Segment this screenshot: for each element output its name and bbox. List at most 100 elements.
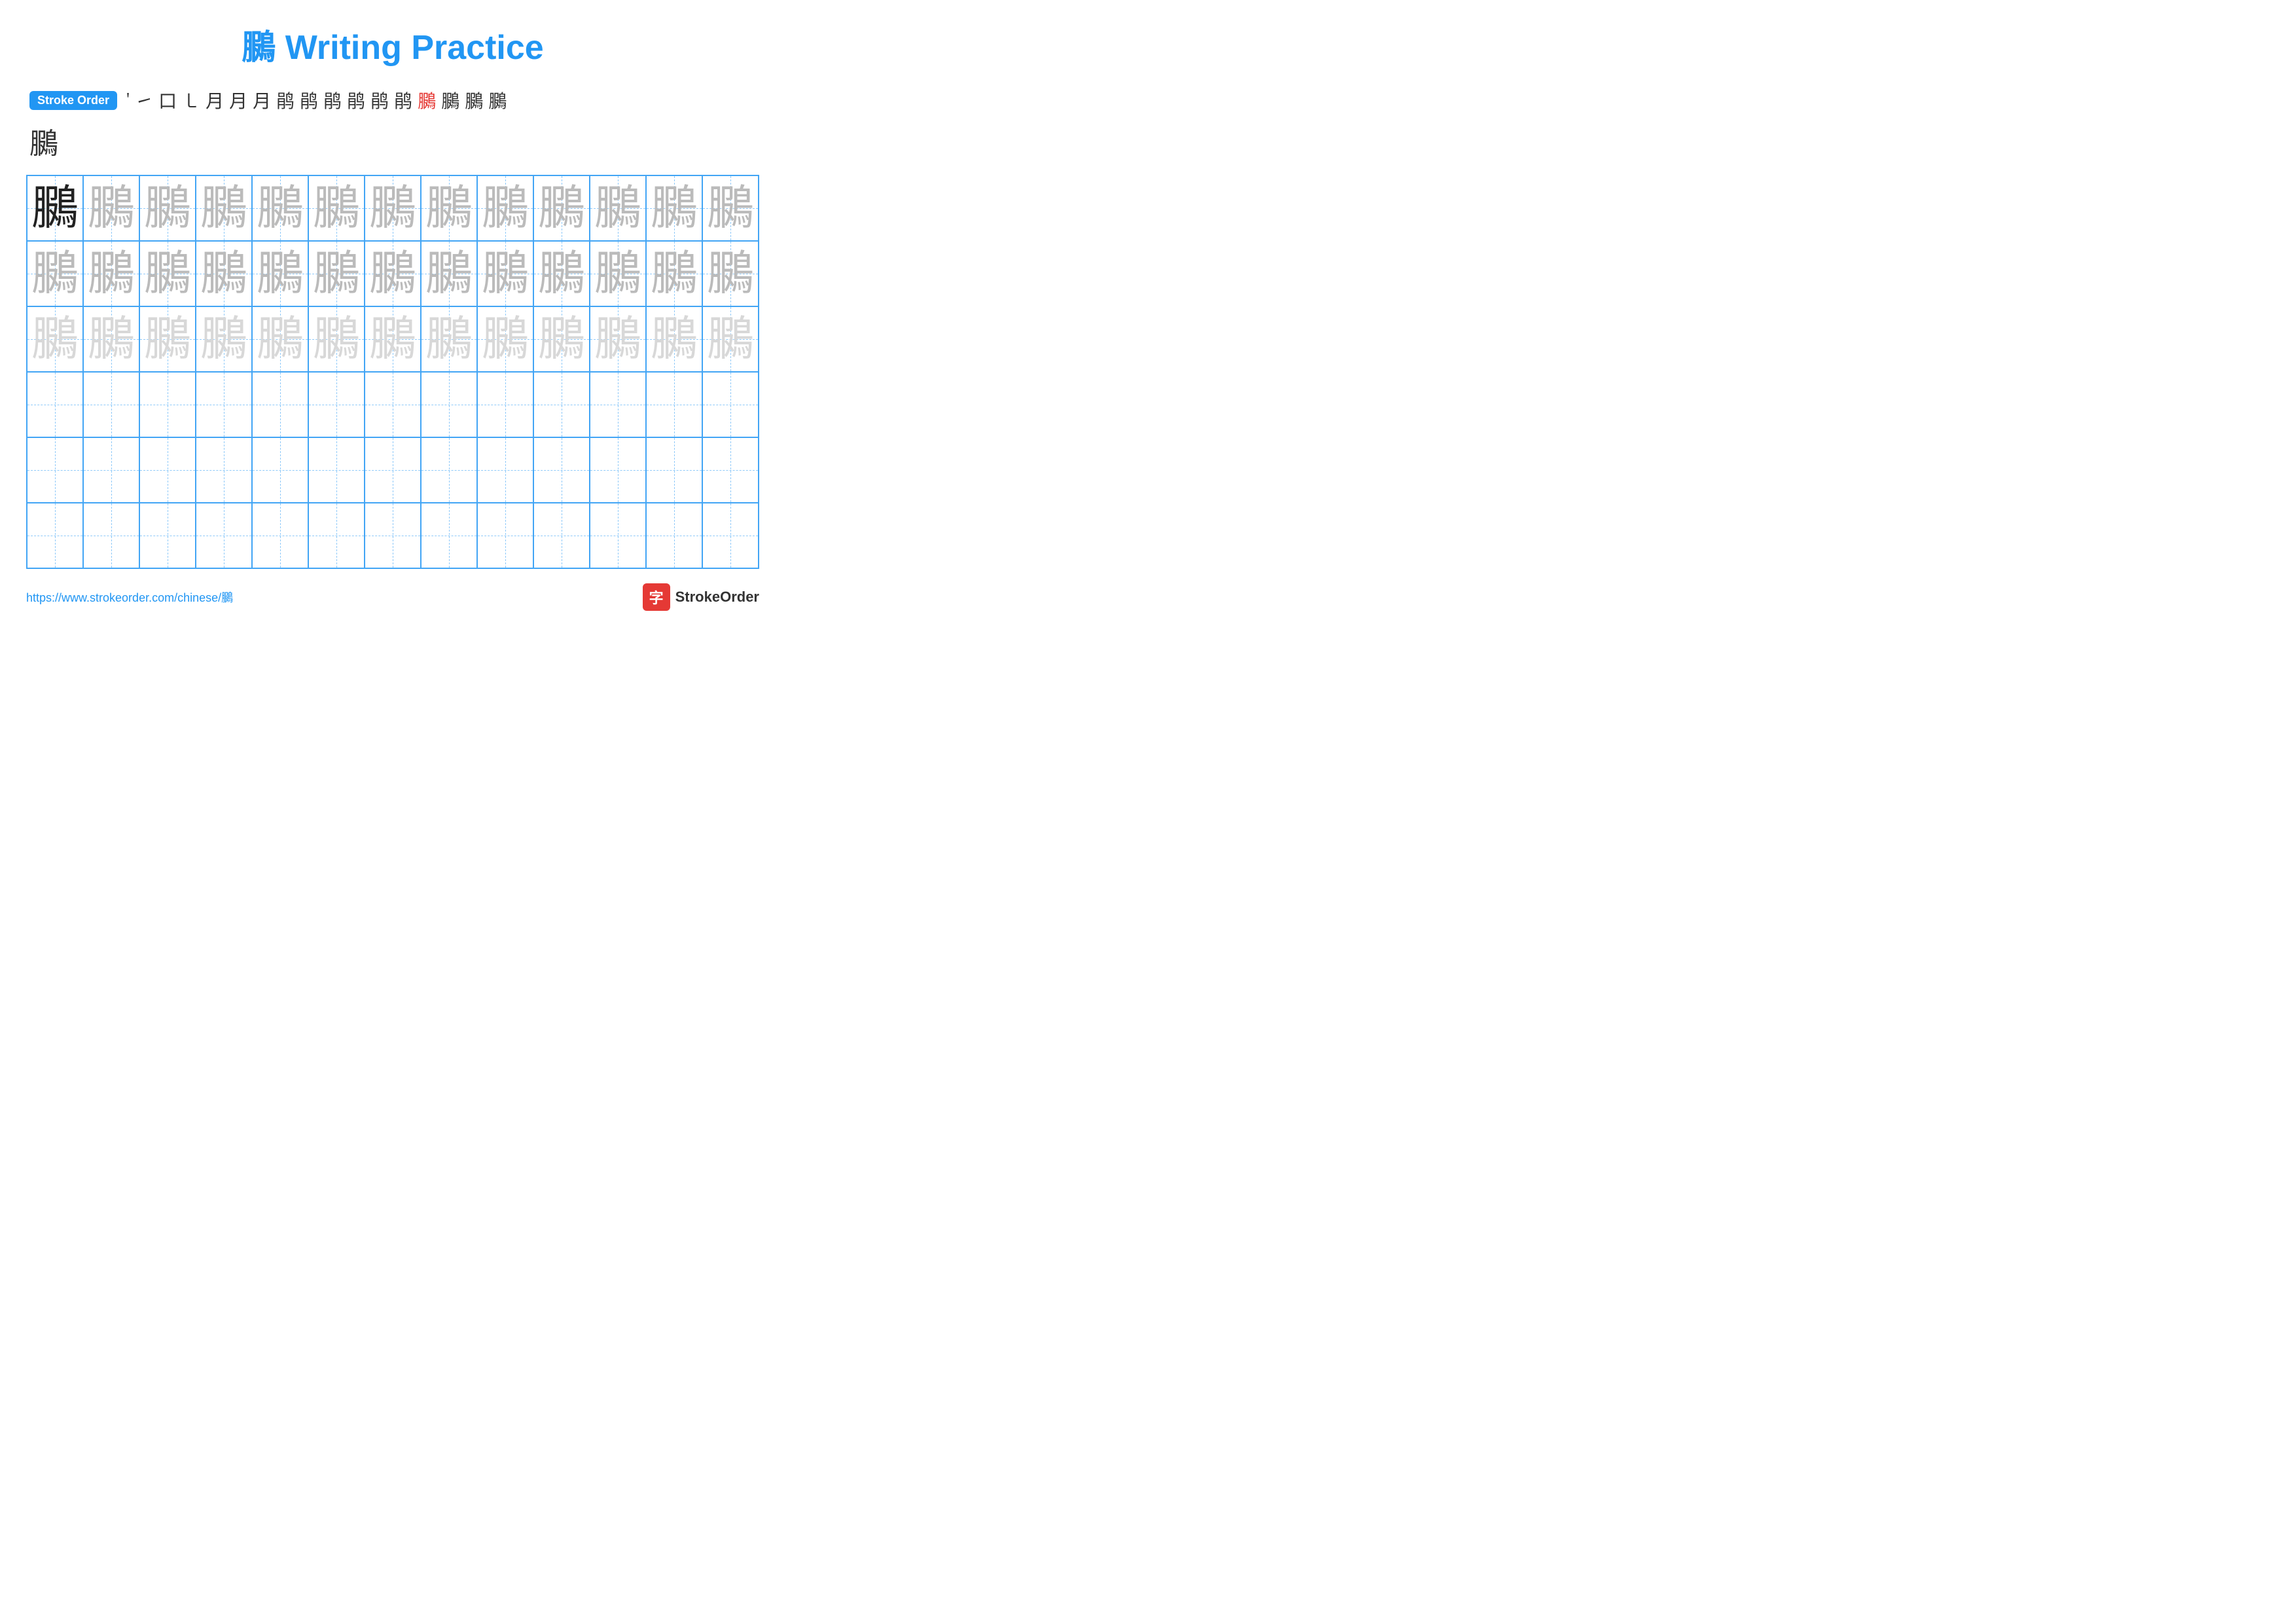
grid-cell[interactable] [308, 503, 365, 568]
grid-cell[interactable] [83, 372, 139, 437]
grid-cell[interactable] [590, 437, 646, 503]
practice-char: 鵩 [482, 316, 529, 363]
grid-cell[interactable] [139, 437, 196, 503]
grid-cell[interactable]: 鵩 [196, 306, 252, 372]
grid-cell[interactable] [533, 503, 590, 568]
grid-cell[interactable]: 鵩 [421, 241, 477, 306]
grid-cell[interactable] [139, 372, 196, 437]
grid-cell[interactable] [252, 372, 308, 437]
grid-cell[interactable] [196, 437, 252, 503]
practice-char: 鵩 [200, 250, 247, 297]
grid-cell[interactable]: 鵩 [139, 306, 196, 372]
logo-icon: 字 [643, 583, 670, 611]
grid-cell[interactable]: 鵩 [139, 175, 196, 241]
grid-cell[interactable] [702, 372, 759, 437]
grid-cell[interactable] [646, 437, 702, 503]
grid-cell[interactable]: 鵩 [365, 175, 421, 241]
grid-cell[interactable]: 鵩 [590, 306, 646, 372]
grid-cell[interactable]: 鵩 [702, 306, 759, 372]
practice-char: 鵩 [707, 250, 754, 297]
grid-cell[interactable] [139, 503, 196, 568]
practice-char: 鵩 [594, 316, 641, 363]
practice-char: 鵩 [651, 250, 698, 297]
grid-cell[interactable]: 鵩 [702, 241, 759, 306]
grid-cell[interactable] [196, 372, 252, 437]
grid-cell[interactable] [365, 503, 421, 568]
grid-cell[interactable]: 鵩 [533, 241, 590, 306]
grid-cell[interactable] [646, 372, 702, 437]
grid-cell[interactable]: 鵩 [533, 175, 590, 241]
grid-cell[interactable]: 鵩 [477, 175, 533, 241]
practice-char: 鵩 [31, 316, 79, 363]
footer-url: https://www.strokeorder.com/chinese/鵩 [26, 589, 233, 606]
grid-cell[interactable] [27, 372, 83, 437]
grid-cell[interactable]: 鵩 [590, 175, 646, 241]
grid-cell[interactable] [533, 372, 590, 437]
practice-char: 鵩 [200, 185, 247, 232]
grid-cell[interactable]: 鵩 [27, 306, 83, 372]
grid-cell[interactable]: 鵩 [477, 306, 533, 372]
grid-cell[interactable] [477, 503, 533, 568]
practice-char: 鵩 [31, 250, 79, 297]
grid-cell[interactable]: 鵩 [365, 241, 421, 306]
grid-cell[interactable] [27, 503, 83, 568]
grid-cell[interactable]: 鵩 [83, 175, 139, 241]
grid-cell[interactable]: 鵩 [533, 306, 590, 372]
grid-cell[interactable]: 鵩 [83, 241, 139, 306]
grid-cell[interactable]: 鵩 [196, 175, 252, 241]
practice-char: 鵩 [425, 185, 473, 232]
grid-cell[interactable] [421, 437, 477, 503]
grid-cell[interactable] [421, 503, 477, 568]
grid-cell[interactable] [308, 372, 365, 437]
grid-cell[interactable]: 鵩 [252, 306, 308, 372]
practice-char: 鵩 [88, 250, 135, 297]
practice-char: 鵩 [369, 316, 416, 363]
grid-cell[interactable] [365, 437, 421, 503]
footer-logo: 字 StrokeOrder [643, 583, 759, 611]
grid-cell[interactable]: 鵩 [421, 175, 477, 241]
grid-cell[interactable]: 鵩 [196, 241, 252, 306]
grid-cell[interactable] [646, 503, 702, 568]
grid-cell[interactable]: 鵩 [83, 306, 139, 372]
grid-cell[interactable]: 鵩 [646, 306, 702, 372]
grid-cell[interactable] [83, 503, 139, 568]
grid-cell[interactable] [365, 372, 421, 437]
grid-cell[interactable]: 鵩 [646, 241, 702, 306]
grid-cell[interactable]: 鵩 [308, 306, 365, 372]
grid-cell[interactable]: 鵩 [27, 175, 83, 241]
grid-cell[interactable] [477, 437, 533, 503]
stroke-order-badge: Stroke Order [29, 91, 117, 110]
grid-cell[interactable] [27, 437, 83, 503]
practice-char: 鵩 [425, 250, 473, 297]
grid-cell[interactable] [533, 437, 590, 503]
grid-cell[interactable] [590, 503, 646, 568]
grid-cell[interactable]: 鵩 [702, 175, 759, 241]
practice-char: 鵩 [313, 185, 360, 232]
stroke-7: 月 [253, 87, 271, 113]
grid-cell[interactable]: 鵩 [477, 241, 533, 306]
grid-cell[interactable]: 鵩 [421, 306, 477, 372]
grid-cell[interactable] [477, 372, 533, 437]
grid-cell[interactable]: 鵩 [27, 241, 83, 306]
grid-cell[interactable]: 鵩 [308, 241, 365, 306]
grid-cell[interactable]: 鵩 [365, 306, 421, 372]
grid-cell[interactable] [590, 372, 646, 437]
grid-cell[interactable] [702, 503, 759, 568]
stroke-9: 鹃 [300, 87, 318, 113]
grid-cell[interactable] [252, 503, 308, 568]
grid-cell[interactable]: 鵩 [308, 175, 365, 241]
grid-cell[interactable]: 鵩 [252, 175, 308, 241]
grid-cell[interactable] [196, 503, 252, 568]
grid-cell[interactable]: 鵩 [139, 241, 196, 306]
grid-cell[interactable]: 鵩 [646, 175, 702, 241]
grid-cell[interactable] [421, 372, 477, 437]
grid-cell[interactable] [702, 437, 759, 503]
practice-char: 鵩 [538, 185, 585, 232]
grid-cell[interactable] [252, 437, 308, 503]
grid-cell[interactable] [308, 437, 365, 503]
grid-cell[interactable]: 鵩 [252, 241, 308, 306]
grid-cell[interactable] [83, 437, 139, 503]
grid-cell[interactable]: 鵩 [590, 241, 646, 306]
practice-char: 鵩 [257, 316, 304, 363]
stroke-15: 鵩 [441, 87, 459, 113]
